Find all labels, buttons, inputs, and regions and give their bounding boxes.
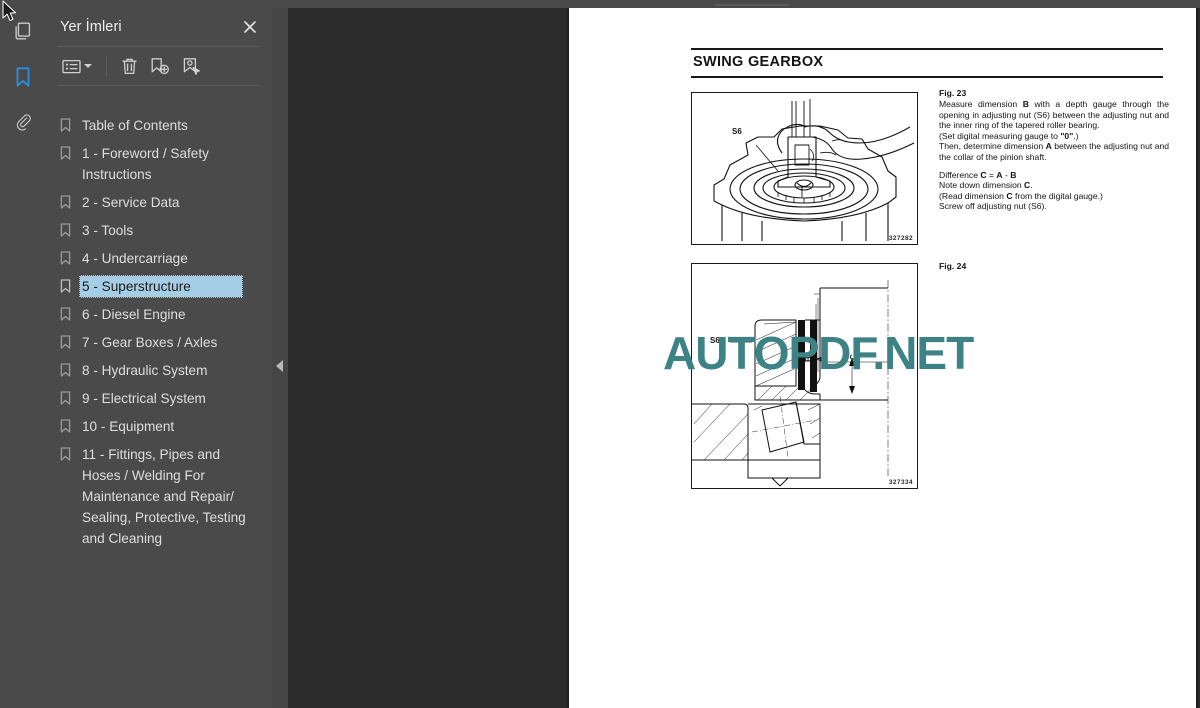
chevron-down-icon <box>84 64 92 68</box>
toolbar-remnant <box>715 4 789 6</box>
bookmark-item-4[interactable]: 3 - Tools <box>53 217 266 245</box>
figure-23-number: 327282 <box>888 235 913 242</box>
bookmark-item-label: 3 - Tools <box>82 223 134 238</box>
bookmark-item-label: 2 - Service Data <box>82 195 180 210</box>
bookmark-item-11[interactable]: 10 - Equipment <box>53 413 266 441</box>
figure-23-paragraph: Difference C = A - B <box>939 169 1017 180</box>
bookmark-icon <box>53 387 79 410</box>
bookmark-item-label: 6 - Diesel Engine <box>82 307 186 322</box>
bookmark-item-label: 8 - Hydraulic System <box>82 363 208 378</box>
figure-24-caption: Fig. 24 <box>939 261 967 271</box>
bookmark-icon <box>53 303 79 326</box>
bookmark-icon <box>53 331 79 354</box>
bookmarks-toolbar <box>45 47 272 85</box>
section-heading-block: SWING GEARBOX <box>691 48 1163 78</box>
bookmarks-list[interactable]: Table of Contents 1 - Foreword / Safety I… <box>45 104 272 708</box>
bookmarks-panel: Yer İmleri Table of Contents 1 - Forewor… <box>45 8 272 708</box>
figure-23-paragraph: Screw off adjusting nut (S6). <box>939 201 1047 212</box>
figure-23-paragraph: Measure dimension B with a depth gauge t… <box>939 99 1169 131</box>
page-title: SWING GEARBOX <box>693 54 824 70</box>
chevron-left-icon[interactable] <box>276 360 283 372</box>
bookmark-item-label: 5 - Superstructure <box>79 275 243 298</box>
new-bookmark-button[interactable] <box>145 52 175 80</box>
document-page: SWING GEARBOX S6 327282 S6 B A C 327334 … <box>567 8 1198 708</box>
bookmark-icon <box>53 275 79 298</box>
bookmark-item-label: 1 - Foreword / Safety Instructions <box>82 146 209 182</box>
sidebar-collapse-strip[interactable] <box>272 8 288 708</box>
pdf-viewer-window: Yer İmleri Table of Contents 1 - Forewor… <box>0 0 1200 708</box>
bookmark-item-9[interactable]: 8 - Hydraulic System <box>53 357 266 385</box>
bookmark-item-label: 11 - Fittings, Pipes and Hoses / Welding… <box>82 447 246 546</box>
bookmark-item-10[interactable]: 9 - Electrical System <box>53 385 266 413</box>
bookmark-icon <box>53 247 79 270</box>
bookmark-icon <box>53 114 79 137</box>
viewer-top-strip <box>0 0 1200 8</box>
options-menu-button[interactable] <box>57 52 97 80</box>
figure-23-paragraph: Note down dimension C. <box>939 180 1033 191</box>
bookmark-item-label: 7 - Gear Boxes / Axles <box>82 335 218 350</box>
delete-bookmark-button[interactable] <box>116 52 143 80</box>
figure-23-caption: Fig. 23 <box>939 88 967 98</box>
bookmark-icon <box>53 219 79 242</box>
figure-24-callout-s6: S6 <box>710 336 720 345</box>
bookmark-icon <box>53 191 79 214</box>
figure-23-paragraph: (Set digital measuring gauge to "0".) <box>939 130 1079 141</box>
highlight-bookmark-button[interactable] <box>177 52 207 80</box>
figure-24-callout-c: C <box>849 354 858 360</box>
figure-23-paragraph: Then, determine dimension A between the … <box>939 141 1170 162</box>
figure-23-text-block: Fig. 23 Measure dimension B with a depth… <box>939 88 1169 212</box>
bookmark-icon <box>53 415 79 438</box>
figure-24-number: 327334 <box>888 479 913 486</box>
bookmark-item-7[interactable]: 6 - Diesel Engine <box>53 301 266 329</box>
bookmark-item-label: 4 - Undercarriage <box>82 251 188 266</box>
bookmarks-panel-title: Yer İmleri <box>60 19 122 35</box>
figure-24-text-block: Fig. 24 <box>939 261 1169 272</box>
attachments-icon[interactable] <box>0 100 45 146</box>
bookmark-item-3[interactable]: 2 - Service Data <box>53 189 266 217</box>
figure-23-paragraph: (Read dimension C from the digital gauge… <box>939 190 1103 201</box>
bookmark-item-label: Table of Contents <box>82 118 188 133</box>
bookmark-item-1[interactable]: Table of Contents <box>53 112 266 140</box>
bookmark-item-6[interactable]: 5 - Superstructure <box>53 273 266 301</box>
divider <box>106 56 107 76</box>
mouse-cursor <box>2 0 17 22</box>
bookmark-icon <box>53 142 79 165</box>
heading-rule-bottom <box>691 76 1163 78</box>
figure-23-image: S6 327282 <box>691 92 918 245</box>
bookmark-item-label: 9 - Electrical System <box>82 391 206 406</box>
bookmark-item-8[interactable]: 7 - Gear Boxes / Axles <box>53 329 266 357</box>
divider <box>57 85 260 86</box>
bookmarks-panel-header: Yer İmleri <box>45 8 272 46</box>
bookmarks-icon[interactable] <box>0 54 53 100</box>
bookmark-icon <box>53 443 79 466</box>
bookmark-item-2[interactable]: 1 - Foreword / Safety Instructions <box>53 140 266 189</box>
figure-24-callout-b: B <box>804 356 813 362</box>
bookmark-item-label: 10 - Equipment <box>82 419 175 434</box>
bookmark-item-5[interactable]: 4 - Undercarriage <box>53 245 266 273</box>
bookmark-icon <box>53 359 79 382</box>
figure-24-image: S6 B A C 327334 <box>691 263 918 489</box>
bookmark-item-12[interactable]: 11 - Fittings, Pipes and Hoses / Welding… <box>53 441 266 553</box>
close-icon[interactable] <box>240 17 260 37</box>
sidebar-icon-rail <box>0 8 53 708</box>
document-viewer[interactable]: SWING GEARBOX S6 327282 S6 B A C 327334 … <box>288 8 1200 708</box>
figure-24-callout-a: A <box>816 356 825 362</box>
figure-23-callout-s6: S6 <box>732 127 742 136</box>
